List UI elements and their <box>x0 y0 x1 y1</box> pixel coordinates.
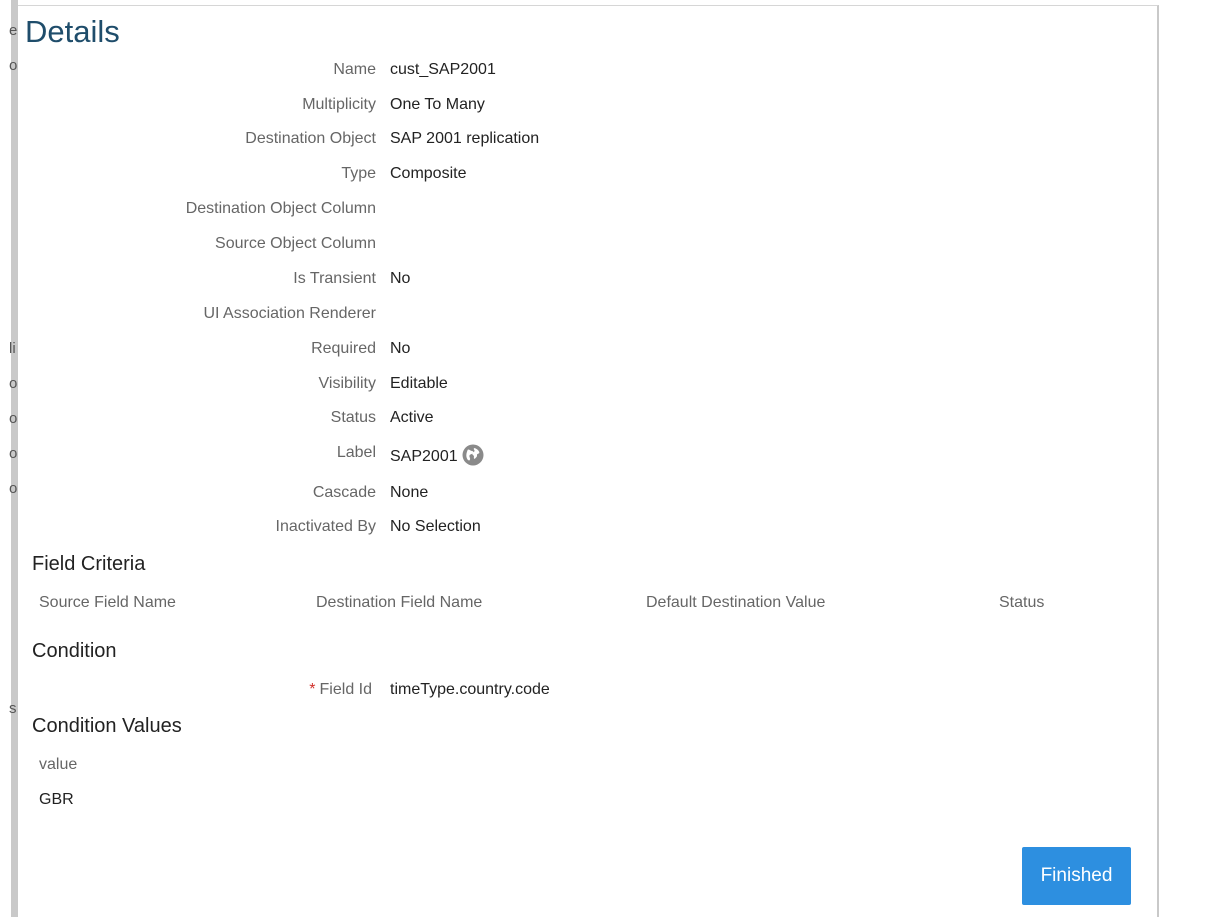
background-text: li <box>9 340 16 357</box>
field-value: cust_SAP2001 <box>390 61 496 78</box>
field-value: SAP 2001 replication <box>390 130 540 147</box>
field-label: Status <box>330 409 376 426</box>
column-header-source-field-name: Source Field Name <box>39 594 176 611</box>
field-label: Cascade <box>312 484 376 501</box>
field-row-source-object-column: Source Object Column <box>18 235 1118 257</box>
field-row-required: Required No <box>18 340 1118 362</box>
field-row-type: Type Composite <box>18 165 1118 187</box>
field-row-destination-object-column: Destination Object Column <box>18 200 1118 222</box>
field-label: UI Association Renderer <box>203 305 376 322</box>
required-marker: * <box>309 681 316 698</box>
details-dialog: Details Name cust_SAP2001 Multiplicity O… <box>18 5 1159 917</box>
dialog-title: Details <box>25 14 120 49</box>
field-value: No <box>390 270 411 287</box>
field-value: None <box>390 484 429 501</box>
field-label: Is Transient <box>293 270 376 287</box>
field-criteria-heading: Field Criteria <box>32 553 146 575</box>
field-row-multiplicity: Multiplicity One To Many <box>18 96 1118 118</box>
field-row-status: Status Active <box>18 409 1118 431</box>
field-value-with-icon: SAP2001 <box>390 444 484 466</box>
condition-values-cell: GBR <box>39 791 74 808</box>
field-value: Active <box>390 409 434 426</box>
field-row-cascade: Cascade None <box>18 484 1118 506</box>
column-header-destination-field-name: Destination Field Name <box>316 594 483 611</box>
field-row-destination-object: Destination Object SAP 2001 replication <box>18 130 1118 152</box>
condition-values-column-header: value <box>39 756 78 773</box>
field-label: Required <box>311 340 376 357</box>
field-label: Visibility <box>318 375 377 392</box>
field-row-is-transient: Is Transient No <box>18 270 1118 292</box>
field-label: Type <box>341 165 376 182</box>
field-value: SAP2001 <box>390 448 458 465</box>
field-value: timeType.country.code <box>390 681 550 698</box>
globe-icon[interactable] <box>462 444 484 466</box>
field-row-visibility: Visibility Editable <box>18 375 1118 397</box>
field-row-inactivated-by: Inactivated By No Selection <box>18 518 1118 540</box>
field-row-label: Label SAP2001 <box>18 444 1118 466</box>
condition-values-heading: Condition Values <box>32 715 182 737</box>
field-value: Editable <box>390 375 448 392</box>
background-text: o <box>9 57 17 74</box>
field-value: No <box>390 340 411 357</box>
field-label: Source Object Column <box>215 235 376 252</box>
background-text: e <box>9 22 17 39</box>
field-label: Name <box>333 61 376 78</box>
column-header-status: Status <box>999 594 1045 611</box>
condition-heading: Condition <box>32 640 117 662</box>
field-row-ui-association-renderer: UI Association Renderer <box>18 305 1118 327</box>
background-text: o <box>9 410 17 427</box>
background-text: o <box>9 445 17 462</box>
field-value: One To Many <box>390 96 485 113</box>
field-label: Multiplicity <box>302 96 376 113</box>
field-row-name: Name cust_SAP2001 <box>18 61 1118 83</box>
field-label: Destination Object <box>245 130 376 147</box>
field-label: Inactivated By <box>275 518 377 535</box>
field-label: Label <box>336 444 376 461</box>
field-value: Composite <box>390 165 467 182</box>
column-header-default-destination-value: Default Destination Value <box>646 594 826 611</box>
field-label: * Field Id <box>309 681 372 698</box>
field-label: Destination Object Column <box>185 200 376 217</box>
field-value: No Selection <box>390 518 481 535</box>
screen: e o li o o o o s Details Name cust_SAP20… <box>0 0 1223 917</box>
background-text: o <box>9 375 17 392</box>
finished-button[interactable]: Finished <box>1022 847 1131 905</box>
background-text: o <box>9 480 17 497</box>
field-row-field-id: * Field Id timeType.country.code <box>18 681 1118 703</box>
background-text: s <box>9 700 17 717</box>
